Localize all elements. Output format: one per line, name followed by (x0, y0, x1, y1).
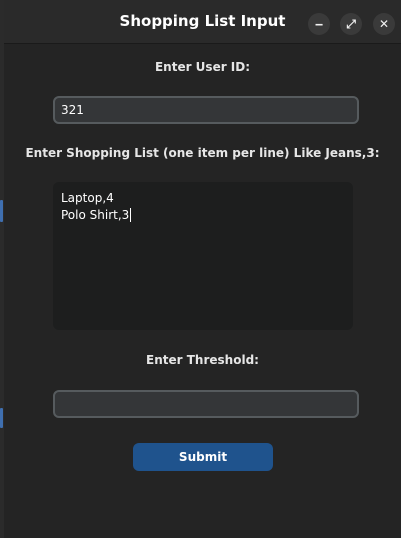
user-id-label: Enter User ID: (154, 60, 251, 74)
shopping-list-line-active: Polo Shirt,3 (61, 208, 132, 222)
user-id-input[interactable]: 321 (53, 96, 359, 124)
shopping-list-line: Laptop,4 (61, 191, 114, 205)
shopping-list-line: Polo Shirt,3 (61, 208, 130, 222)
close-icon: ✕ (378, 17, 390, 31)
text-caret (130, 208, 132, 222)
threshold-input[interactable] (53, 390, 359, 418)
close-button[interactable]: ✕ (373, 13, 395, 35)
background-accent-mark (0, 200, 3, 222)
background-accent-mark (0, 408, 3, 428)
threshold-label: Enter Threshold: (146, 353, 259, 367)
minimize-button[interactable]: ‒ (308, 13, 330, 35)
shopping-list-label: Enter Shopping List (one item per line) … (25, 146, 380, 160)
shopping-list-window: Shopping List Input ‒ ⤢ ✕ Enter User ID:… (4, 0, 401, 538)
minimize-icon: ‒ (314, 17, 324, 31)
maximize-button[interactable]: ⤢ (340, 13, 362, 35)
submit-button[interactable]: Submit (133, 443, 273, 471)
title-bar[interactable]: Shopping List Input ‒ ⤢ ✕ (4, 0, 401, 44)
shopping-list-textarea[interactable]: Laptop,4 Polo Shirt,3 (53, 182, 353, 330)
maximize-icon: ⤢ (346, 17, 356, 31)
